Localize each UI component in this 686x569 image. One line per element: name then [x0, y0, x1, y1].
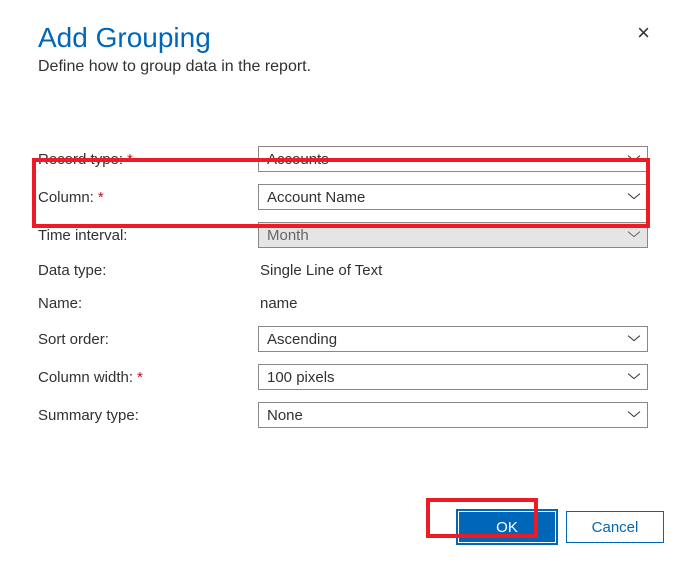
- column-width-value: 100 pixels: [267, 369, 335, 386]
- required-indicator: *: [137, 369, 143, 386]
- sort-order-select[interactable]: Ascending: [258, 326, 648, 352]
- column-width-select[interactable]: 100 pixels: [258, 364, 648, 390]
- required-indicator: *: [98, 189, 104, 206]
- time-interval-value: Month: [267, 227, 309, 244]
- summary-type-value: None: [267, 407, 303, 424]
- record-type-label: Record type:*: [38, 151, 258, 168]
- cancel-button[interactable]: Cancel: [566, 511, 664, 543]
- record-type-value: Accounts: [267, 151, 329, 168]
- column-value: Account Name: [267, 189, 365, 206]
- add-grouping-dialog: × Add Grouping Define how to group data …: [0, 0, 686, 569]
- dialog-subtitle: Define how to group data in the report.: [38, 58, 648, 76]
- data-type-label: Data type:: [38, 262, 258, 279]
- column-width-label: Column width:*: [38, 369, 258, 386]
- column-select[interactable]: Account Name: [258, 184, 648, 210]
- name-value: name: [258, 293, 648, 314]
- sort-order-value: Ascending: [267, 331, 337, 348]
- grouping-form: Record type:* Accounts Column:* Account …: [38, 146, 648, 428]
- record-type-select[interactable]: Accounts: [258, 146, 648, 172]
- ok-button[interactable]: OK: [458, 511, 556, 543]
- time-interval-label: Time interval:: [38, 227, 258, 244]
- close-icon[interactable]: ×: [637, 22, 650, 44]
- required-indicator: *: [127, 151, 133, 168]
- summary-type-label: Summary type:: [38, 407, 258, 424]
- sort-order-label: Sort order:: [38, 331, 258, 348]
- name-label: Name:: [38, 295, 258, 312]
- data-type-value: Single Line of Text: [258, 260, 648, 281]
- chevron-down-icon: [627, 193, 641, 201]
- chevron-down-icon: [627, 411, 641, 419]
- column-label: Column:*: [38, 189, 258, 206]
- summary-type-select[interactable]: None: [258, 402, 648, 428]
- dialog-footer: OK Cancel: [458, 511, 664, 543]
- dialog-title: Add Grouping: [38, 22, 648, 54]
- chevron-down-icon: [627, 231, 641, 239]
- chevron-down-icon: [627, 373, 641, 381]
- time-interval-select: Month: [258, 222, 648, 248]
- chevron-down-icon: [627, 335, 641, 343]
- chevron-down-icon: [627, 155, 641, 163]
